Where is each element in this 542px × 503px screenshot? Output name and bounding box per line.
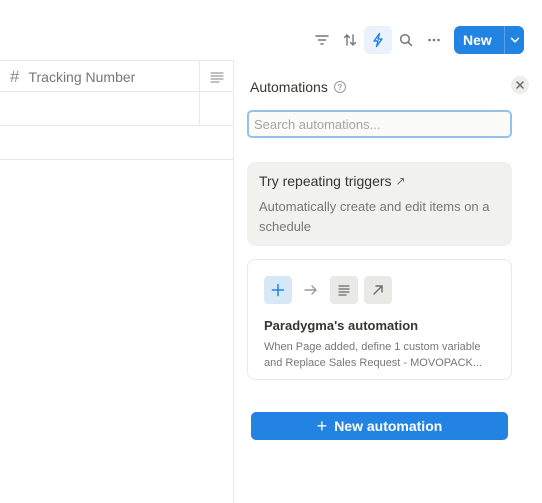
search-button[interactable]	[392, 26, 420, 54]
new-automation-label: New automation	[334, 418, 443, 434]
promo-title-label: Try repeating triggers	[259, 173, 392, 189]
new-dropdown-toggle[interactable]	[504, 26, 524, 54]
automations-button[interactable]	[364, 26, 392, 54]
repeating-triggers-promo[interactable]: Try repeating triggers ↗ Automatically c…	[247, 162, 512, 246]
panel-title: Automations ?	[250, 79, 346, 95]
column-header-tracking-number[interactable]: # Tracking Number	[0, 61, 200, 92]
arrow-up-right-icon	[364, 276, 392, 304]
column-menu-button[interactable]	[200, 61, 234, 92]
automation-title: Paradygma's automation	[264, 318, 419, 333]
view-toolbar: New	[308, 26, 524, 54]
plus-icon: +	[316, 416, 328, 436]
help-icon[interactable]: ?	[333, 81, 346, 93]
trigger-plus-icon	[264, 276, 292, 304]
search-icon	[399, 33, 413, 47]
close-icon	[516, 81, 524, 89]
filter-button[interactable]	[308, 26, 336, 54]
table-header: # Tracking Number	[0, 60, 234, 92]
close-button[interactable]	[511, 76, 529, 94]
sort-button[interactable]	[336, 26, 364, 54]
more-icon	[428, 38, 440, 42]
hash-icon: #	[10, 66, 20, 86]
automation-lightning-icon	[373, 32, 383, 48]
column-header-label: Tracking Number	[28, 68, 136, 85]
automations-panel: Automations ? Try repeating triggers ↗ A…	[233, 60, 542, 503]
text-lines-icon	[330, 276, 358, 304]
more-button[interactable]	[420, 26, 448, 54]
new-automation-button[interactable]: + New automation	[251, 412, 508, 440]
text-lines-icon	[210, 71, 224, 83]
sort-icon	[343, 34, 357, 46]
search-automations-input[interactable]	[247, 110, 512, 138]
automation-flow	[264, 276, 495, 304]
promo-title: Try repeating triggers ↗	[259, 173, 500, 189]
new-button-label: New	[463, 32, 492, 48]
automation-description-line: and Replace Sales Request - MOVOPACK...	[264, 357, 483, 369]
automation-card[interactable]: Paradygma's automation When Page added, …	[247, 259, 512, 380]
database-table: # Tracking Number	[0, 60, 234, 503]
chevron-down-icon	[510, 37, 519, 43]
table-row[interactable]	[0, 92, 234, 126]
arrow-up-right-icon: ↗	[395, 174, 406, 188]
filter-icon	[315, 35, 329, 45]
promo-description: Automatically create and edit items on a…	[259, 199, 490, 234]
automation-description: When Page added, define 1 custom variabl…	[264, 339, 495, 371]
panel-title-label: Automations	[250, 79, 328, 95]
arrow-right-icon	[292, 284, 330, 296]
new-button[interactable]: New	[454, 26, 524, 54]
table-row[interactable]	[0, 126, 234, 160]
automation-description-line: When Page added, define 1 custom variabl…	[264, 341, 481, 353]
